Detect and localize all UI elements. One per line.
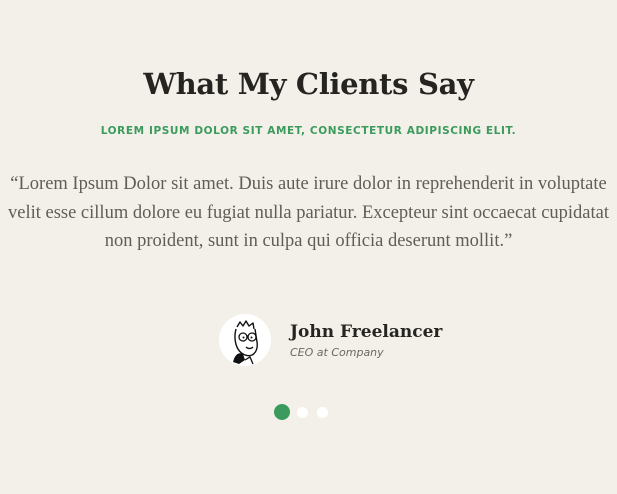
carousel-pagination (274, 404, 337, 420)
author-role: CEO at Company (290, 346, 384, 359)
testimonials-section: What My Clients Say LOREM IPSUM DOLOR SI… (0, 0, 617, 494)
carousel-dot-2[interactable] (297, 406, 308, 418)
cartoon-face-avatar-icon (233, 320, 258, 365)
section-subtitle: LOREM IPSUM DOLOR SIT AMET, CONSECTETUR … (100, 125, 517, 137)
section-title: What My Clients Say (143, 67, 474, 101)
author-name: John Freelancer (290, 322, 443, 342)
carousel-dot-1[interactable] (274, 404, 290, 420)
carousel-dot-3[interactable] (317, 406, 328, 418)
testimonial-quote: “Lorem Ipsum Dolor sit amet. Duis aute i… (7, 174, 609, 252)
testimonial-author: John Freelancer CEO at Company (219, 313, 442, 367)
author-info: John Freelancer CEO at Company (290, 321, 442, 361)
author-avatar (219, 314, 271, 366)
